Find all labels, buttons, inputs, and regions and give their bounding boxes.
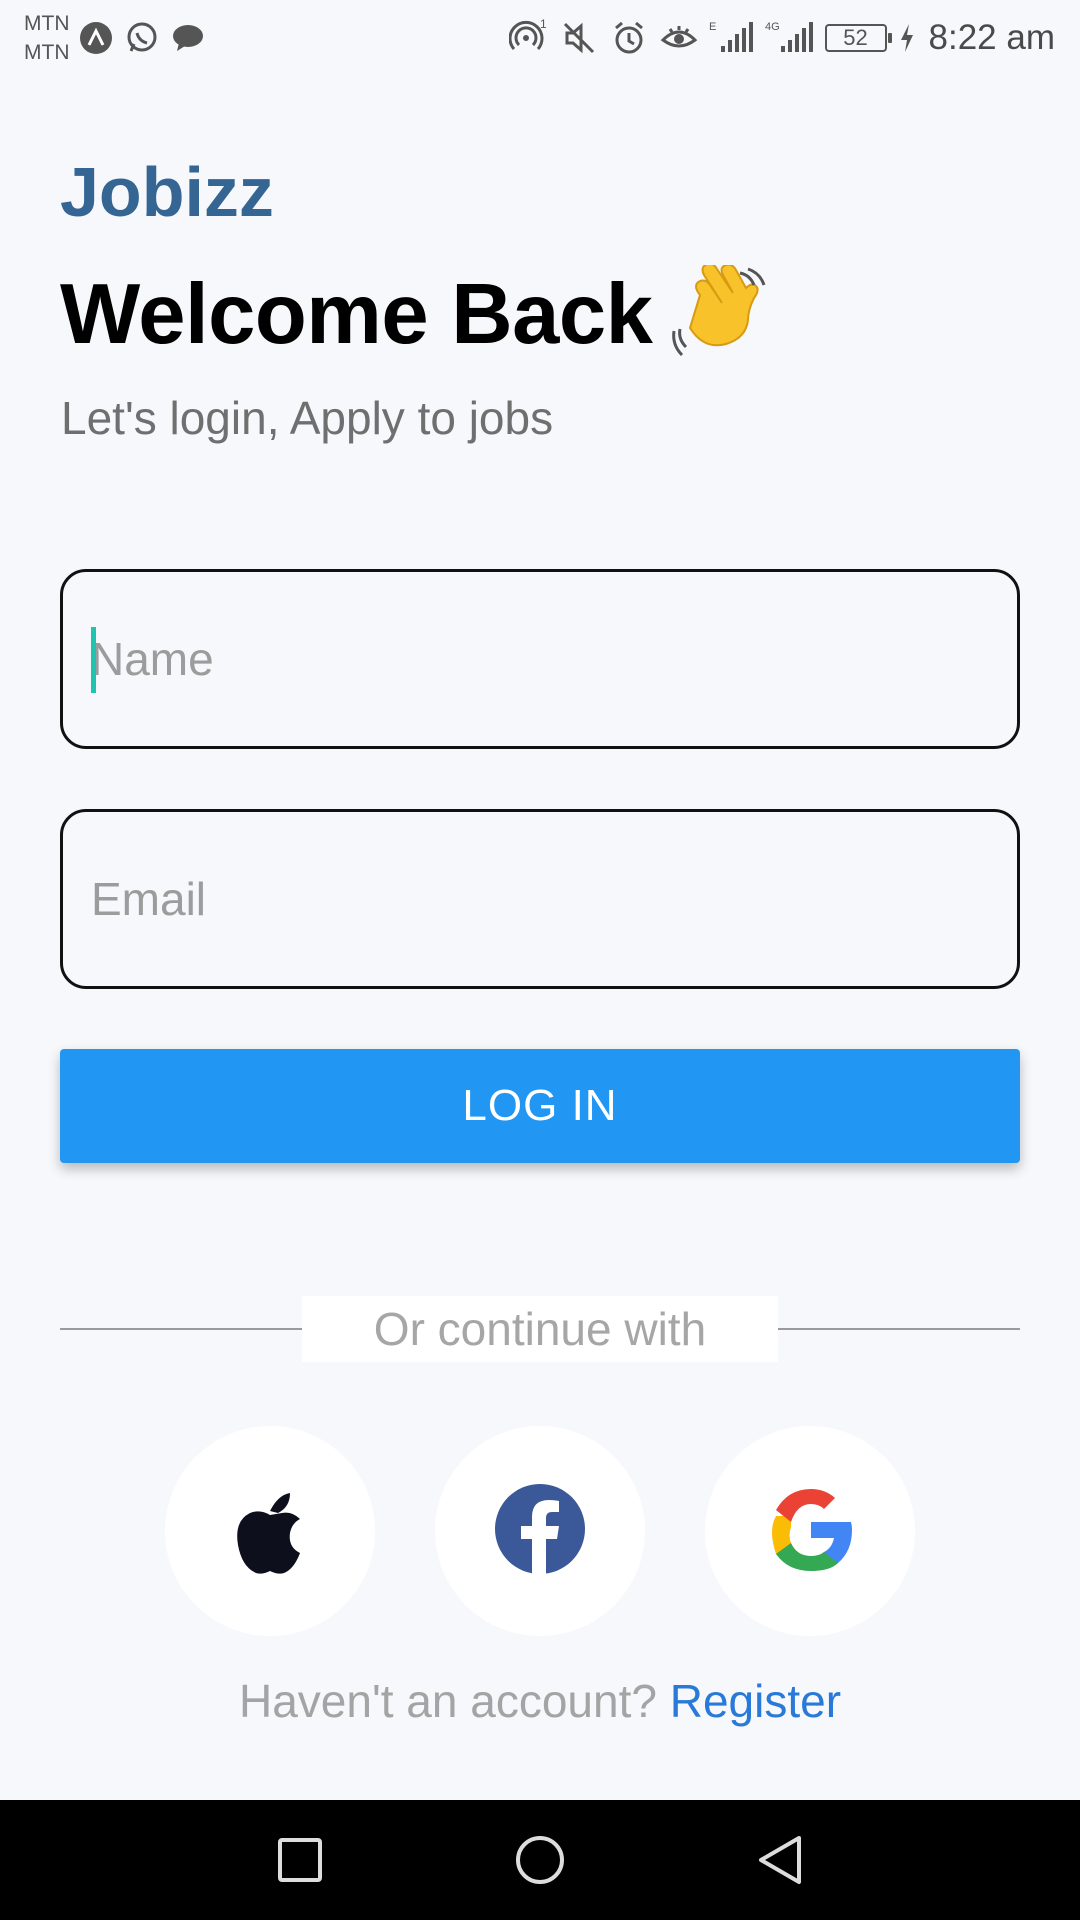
google-icon — [764, 1483, 856, 1580]
welcome-row: Welcome Back — [60, 262, 770, 365]
facebook-login-button[interactable] — [435, 1426, 645, 1636]
register-prompt: Haven't an account? — [238, 1675, 657, 1727]
home-icon[interactable] — [510, 1830, 570, 1890]
or-divider: Or continue with — [60, 1296, 1020, 1362]
carrier-2: MTN — [24, 41, 70, 64]
email-field[interactable] — [60, 809, 1020, 989]
system-nav-bar — [0, 1800, 1080, 1920]
message-icon — [168, 18, 208, 58]
register-row: Haven't an account? Register — [0, 1670, 1080, 1732]
divider-text: Or continue with — [302, 1296, 778, 1362]
carrier-labels: MTN MTN — [24, 9, 70, 67]
back-icon[interactable] — [750, 1830, 810, 1890]
alarm-icon — [609, 18, 649, 58]
subtitle: Let's login, Apply to jobs — [61, 392, 554, 444]
whatsapp-icon — [122, 18, 162, 58]
status-bar-right: 1 E 4G 52 8:22 am — [508, 18, 1055, 58]
app-icon — [76, 18, 116, 58]
apple-icon — [224, 1483, 316, 1580]
signal-4g-icon: 4G — [765, 18, 815, 58]
divider-line-right — [778, 1328, 1020, 1330]
social-login-row — [165, 1426, 915, 1636]
apple-login-button[interactable] — [165, 1426, 375, 1636]
login-button[interactable]: LOG IN — [60, 1049, 1020, 1163]
register-link[interactable]: Register — [670, 1675, 841, 1727]
facebook-icon — [494, 1483, 586, 1580]
name-field[interactable] — [60, 569, 1020, 749]
name-input[interactable] — [91, 632, 1017, 686]
status-bar-left: MTN MTN — [24, 9, 208, 67]
page-title: Welcome Back — [60, 267, 653, 362]
svg-text:E: E — [709, 21, 716, 33]
carrier-1: MTN — [24, 12, 70, 35]
google-login-button[interactable] — [705, 1426, 915, 1636]
recents-icon[interactable] — [270, 1830, 330, 1890]
text-cursor — [91, 627, 96, 693]
svg-text:4G: 4G — [765, 21, 780, 33]
battery-icon: 52 — [824, 24, 892, 52]
status-bar: MTN MTN 1 E 4G 52 8:22 am — [0, 0, 1080, 76]
mute-icon — [559, 18, 599, 58]
signal-icon: E — [709, 18, 755, 58]
divider-line-left — [60, 1328, 302, 1330]
charging-icon — [897, 18, 917, 58]
hotspot-icon: 1 — [508, 18, 549, 58]
status-time: 8:22 am — [928, 18, 1055, 57]
app-name: Jobizz — [60, 153, 274, 231]
svg-text:1: 1 — [540, 18, 547, 31]
email-input[interactable] — [91, 872, 1017, 926]
eye-icon — [659, 18, 699, 58]
waving-hand-icon — [670, 262, 770, 365]
